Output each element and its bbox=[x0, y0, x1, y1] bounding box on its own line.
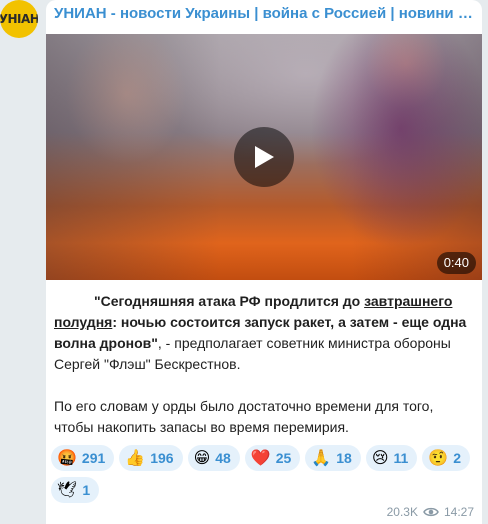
grinning-face-icon: 😁 bbox=[193, 448, 211, 467]
video-duration: 0:40 bbox=[436, 252, 476, 274]
reaction-count: 18 bbox=[336, 450, 352, 466]
avatar-logo-text: УНІАН bbox=[0, 12, 38, 26]
message-meta: 20.3K 14:27 bbox=[387, 504, 474, 520]
video-preview[interactable]: 0:40 bbox=[46, 34, 482, 280]
praying-hands-icon: 🙏 bbox=[311, 448, 332, 467]
message-paragraph-2: По его словам у орды было достаточно вре… bbox=[54, 398, 434, 435]
reaction-count: 2 bbox=[453, 450, 462, 466]
view-count: 20.3K bbox=[386, 505, 418, 519]
message-text: "Сегодняшняя атака РФ продлится до завтр… bbox=[54, 291, 474, 438]
quote-open: "Сегодняшняя атака РФ продлится до bbox=[94, 293, 365, 309]
reaction-count: 48 bbox=[215, 450, 231, 466]
message-bubble: УНИАН - новости Украины | война с Россие… bbox=[46, 0, 482, 524]
reaction-raised-eyebrow[interactable]: 🤨 2 bbox=[422, 445, 471, 471]
reaction-angry[interactable]: 🤬 291 bbox=[51, 445, 115, 471]
reaction-cry[interactable]: 😢 11 bbox=[365, 445, 418, 471]
play-button[interactable] bbox=[234, 127, 294, 187]
reaction-count: 291 bbox=[81, 450, 106, 466]
reaction-grin[interactable]: 😁 48 bbox=[187, 445, 240, 471]
channel-title[interactable]: УНИАН - новости Украины | война с Россие… bbox=[54, 5, 476, 22]
eye-icon bbox=[423, 507, 439, 517]
reaction-pray[interactable]: 🙏 18 bbox=[305, 445, 361, 471]
thumbs-up-icon: 👍 bbox=[125, 448, 146, 467]
reaction-count: 11 bbox=[393, 450, 409, 466]
message-paragraph-1: "Сегодняшняя атака РФ продлится до завтр… bbox=[54, 291, 474, 375]
reaction-count: 25 bbox=[275, 450, 292, 466]
reactions-bar: 🤬 291 👍 196 😁 48 ❤️ 25 🙏 18 😢 11 🤨 2 🕊 1 bbox=[51, 445, 477, 503]
raised-eyebrow-face-icon: 🤨 bbox=[428, 448, 449, 467]
play-icon bbox=[255, 146, 274, 168]
reaction-dove[interactable]: 🕊 1 bbox=[51, 477, 100, 503]
dove-icon: 🕊 bbox=[57, 480, 78, 499]
heart-icon: ❤️ bbox=[250, 448, 271, 467]
reaction-thumbs-up[interactable]: 👍 196 bbox=[119, 445, 183, 471]
reaction-count: 196 bbox=[150, 450, 174, 466]
reaction-count: 1 bbox=[82, 482, 91, 498]
reaction-heart[interactable]: ❤️ 25 bbox=[244, 445, 301, 471]
channel-avatar[interactable]: УНІАН bbox=[0, 0, 38, 38]
angry-face-icon: 🤬 bbox=[57, 448, 77, 467]
quote-close: " bbox=[151, 335, 158, 351]
message-time: 14:27 bbox=[443, 505, 474, 519]
crying-face-icon: 😢 bbox=[371, 448, 389, 467]
